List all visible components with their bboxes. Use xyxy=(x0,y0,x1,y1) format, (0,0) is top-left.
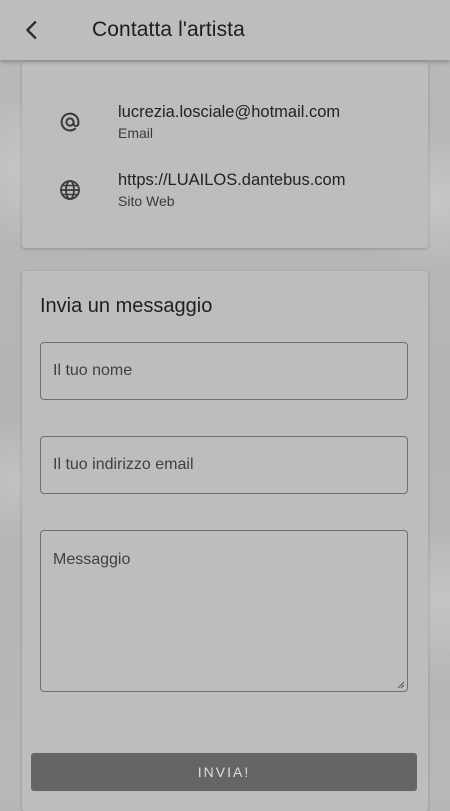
app-bar: Contatta l'artista xyxy=(0,0,450,60)
page-title: Contatta l'artista xyxy=(92,18,245,41)
email-input[interactable]: Il tuo indirizzo email xyxy=(40,436,408,494)
form-title: Invia un messaggio xyxy=(40,295,213,317)
contact-email-row[interactable]: lucrezia.losciale@hotmail.com Email xyxy=(22,103,428,153)
back-button[interactable] xyxy=(0,0,64,60)
at-sign-icon xyxy=(60,112,80,132)
globe-icon xyxy=(60,180,80,200)
name-input-placeholder: Il tuo nome xyxy=(53,362,133,379)
contact-website-label: Sito Web xyxy=(118,193,175,209)
contact-website-value[interactable]: https://LUAILOS.dantebus.com xyxy=(118,171,345,190)
contact-info-card: lucrezia.losciale@hotmail.com Email http… xyxy=(22,62,428,248)
send-button[interactable]: INVIA! xyxy=(31,753,417,791)
chevron-left-icon xyxy=(26,21,37,39)
resize-grip-icon[interactable] xyxy=(397,681,405,689)
email-input-placeholder: Il tuo indirizzo email xyxy=(53,456,194,473)
message-textarea[interactable]: Messaggio xyxy=(40,530,408,692)
name-input[interactable]: Il tuo nome xyxy=(40,342,408,400)
message-textarea-placeholder: Messaggio xyxy=(53,551,131,568)
message-form-card: Invia un messaggio Il tuo nome Il tuo in… xyxy=(22,271,428,811)
contact-email-label: Email xyxy=(118,125,154,141)
contact-website-row[interactable]: https://LUAILOS.dantebus.com Sito Web xyxy=(22,171,428,221)
contact-email-value[interactable]: lucrezia.losciale@hotmail.com xyxy=(118,103,340,122)
